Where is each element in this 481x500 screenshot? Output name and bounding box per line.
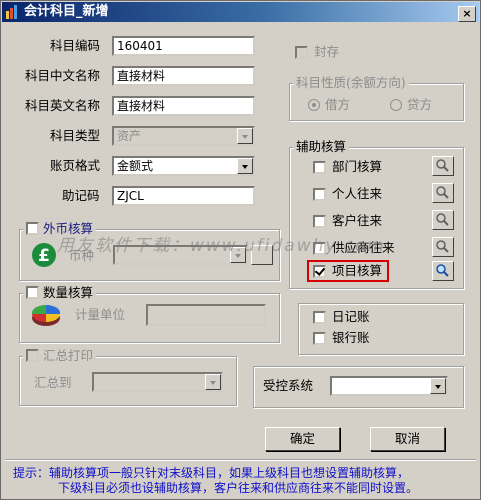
- aux-dept-search-button[interactable]: [432, 156, 454, 176]
- type-select[interactable]: 资产: [112, 126, 255, 146]
- ledger-format-select[interactable]: 金额式: [112, 156, 255, 176]
- journal-label: 日记账: [332, 309, 370, 324]
- ledger-format-dropdown-arrow-icon[interactable]: [237, 158, 253, 174]
- controlled-select[interactable]: [330, 376, 448, 396]
- title-bar[interactable]: 会计科目_新增 ×: [2, 2, 479, 22]
- svg-text:£: £: [38, 246, 50, 266]
- quantity-pie-chart-icon: [31, 304, 61, 326]
- watermark-text: 用友软件下载：www.ufidawhy.com: [57, 236, 386, 256]
- sealed-checkbox[interactable]: [295, 46, 308, 59]
- summary-to-select[interactable]: [92, 372, 223, 392]
- currency-pound-icon: £: [32, 243, 56, 267]
- unit-label: 计量单位: [75, 307, 126, 322]
- ok-button[interactable]: 确定: [265, 427, 340, 451]
- aux-customer-label: 客户往来: [332, 213, 383, 228]
- magnifier-icon: [436, 159, 449, 172]
- ledger-format-value: 金额式: [117, 159, 154, 173]
- aux-supplier-search-button[interactable]: [432, 237, 454, 257]
- quantity-group-header: 数量核算: [23, 285, 96, 301]
- bank-label: 银行账: [332, 330, 370, 345]
- magnifier-icon: [436, 213, 449, 226]
- magnifier-icon: [436, 240, 449, 253]
- foreign-checkbox[interactable]: [26, 222, 39, 235]
- aux-customer-search-button[interactable]: [432, 210, 454, 230]
- summary-print-checkbox[interactable]: [26, 349, 39, 362]
- debit-radio[interactable]: [308, 99, 320, 111]
- sealed-label: 封存: [314, 44, 340, 59]
- type-value: 资产: [117, 129, 142, 143]
- cn-name-input[interactable]: 直接材料: [112, 66, 255, 86]
- code-label: 科目编码: [50, 38, 101, 53]
- aux-dept-checkbox[interactable]: [313, 161, 326, 174]
- summary-to-dropdown-arrow-icon: [205, 374, 221, 390]
- controlled-label: 受控系统: [263, 378, 314, 393]
- close-button[interactable]: ×: [458, 6, 476, 22]
- cancel-button[interactable]: 取消: [370, 427, 445, 451]
- mnemonic-input[interactable]: ZJCL: [112, 186, 255, 206]
- summary-print-header: 汇总打印: [23, 348, 96, 364]
- magnifier-icon: [436, 186, 449, 199]
- en-name-input[interactable]: 直接材料: [112, 96, 255, 116]
- tip-line-2: 下级科目必须也设辅助核算，客户往来和供应商往来不能同时设置。: [58, 481, 419, 495]
- bank-checkbox[interactable]: [313, 332, 326, 345]
- cn-name-label: 科目中文名称: [25, 68, 101, 83]
- window-title: 会计科目_新增: [24, 4, 109, 19]
- mnemonic-label: 助记码: [62, 188, 100, 203]
- journal-checkbox[interactable]: [313, 311, 326, 324]
- nature-group-title: 科目性质(余额方向): [293, 75, 409, 91]
- app-icon: [6, 5, 17, 19]
- type-dropdown-arrow-icon: [237, 128, 253, 144]
- unit-input[interactable]: [146, 304, 266, 326]
- quantity-checkbox[interactable]: [26, 286, 39, 299]
- aux-project-checkbox[interactable]: [313, 265, 326, 278]
- credit-label: 贷方: [407, 97, 433, 112]
- credit-radio[interactable]: [390, 99, 402, 111]
- controlled-dropdown-arrow-icon[interactable]: [430, 378, 446, 394]
- aux-project-label: 项目核算: [332, 263, 383, 278]
- aux-customer-checkbox[interactable]: [313, 215, 326, 228]
- summary-to-label: 汇总到: [34, 375, 72, 390]
- code-input[interactable]: 160401: [112, 36, 255, 56]
- aux-group-title: 辅助核算: [293, 139, 350, 155]
- debit-label: 借方: [325, 97, 351, 112]
- dialog-window: 会计科目_新增 × 科目编码 160401 科目中文名称 直接材料 科目英文名称…: [0, 0, 481, 500]
- aux-dept-label: 部门核算: [332, 159, 383, 174]
- type-label: 科目类型: [50, 128, 101, 143]
- aux-person-label: 个人往来: [332, 186, 383, 201]
- tip-line-1: 提示：辅助核算项一般只针对末级科目，如果上级科目也想设置辅助核算，: [13, 466, 410, 480]
- ledger-format-label: 账页格式: [50, 158, 101, 173]
- magnifier-icon: [436, 264, 449, 277]
- quantity-label: 数量核算: [42, 285, 93, 300]
- en-name-label: 科目英文名称: [25, 98, 101, 113]
- summary-print-label: 汇总打印: [42, 348, 93, 363]
- footer-separator: [5, 459, 476, 461]
- aux-person-checkbox[interactable]: [313, 188, 326, 201]
- aux-person-search-button[interactable]: [432, 183, 454, 203]
- aux-project-search-button[interactable]: [432, 261, 454, 281]
